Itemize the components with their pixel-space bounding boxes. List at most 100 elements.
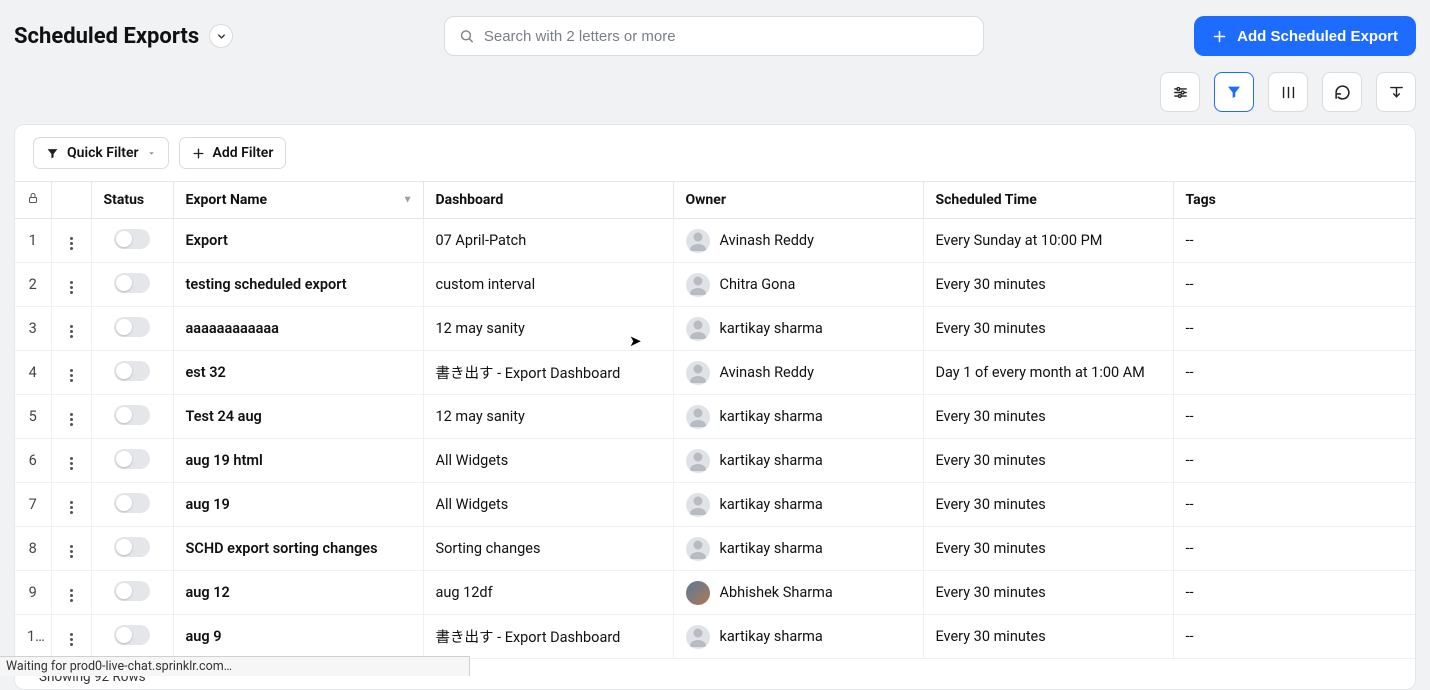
search-box[interactable] [444,16,984,56]
kebab-menu-icon[interactable] [66,321,77,342]
table-row[interactable]: 1Export07 April-PatchAvinash ReddyEvery … [15,219,1415,263]
row-actions[interactable] [51,395,91,439]
kebab-menu-icon[interactable] [66,277,77,298]
export-name-cell[interactable]: Export [173,219,423,263]
export-name-cell[interactable]: est 32 [173,351,423,395]
table-row[interactable]: 8SCHD export sorting changesSorting chan… [15,527,1415,571]
status-toggle[interactable] [114,493,150,513]
columns-button[interactable] [1268,72,1308,112]
kebab-menu-icon[interactable] [66,541,77,562]
dashboard-cell[interactable]: 12 may sanity [423,307,673,351]
export-name-cell[interactable]: aug 9 [173,615,423,659]
filter-button[interactable] [1214,72,1254,112]
kebab-menu-icon[interactable] [66,365,77,386]
table-row[interactable]: 9aug 12aug 12dfAbhishek SharmaEvery 30 m… [15,571,1415,615]
row-status-cell [91,219,173,263]
kebab-menu-icon[interactable] [66,497,77,518]
status-toggle[interactable] [114,581,150,601]
row-actions[interactable] [51,527,91,571]
column-header-export-name[interactable]: Export Name ▼ [173,182,423,219]
column-header-scheduled-time[interactable]: Scheduled Time [923,182,1173,219]
title-dropdown-button[interactable] [209,24,233,48]
owner-cell[interactable]: Abhishek Sharma [673,571,923,615]
kebab-menu-icon[interactable] [66,629,77,650]
row-actions[interactable] [51,263,91,307]
column-header-dashboard[interactable]: Dashboard [423,182,673,219]
avatar [686,229,710,253]
table-row[interactable]: 7aug 19All Widgetskartikay sharmaEvery 3… [15,483,1415,527]
status-toggle[interactable] [114,317,150,337]
scheduled-time-cell: Every 30 minutes [923,615,1173,659]
column-header-status[interactable]: Status [91,182,173,219]
table-row[interactable]: 10aug 9書き出す - Export Dashboardkartikay s… [15,615,1415,659]
owner-cell[interactable]: Chitra Gona [673,263,923,307]
scheduled-time-cell: Every 30 minutes [923,307,1173,351]
dashboard-cell[interactable]: Sorting changes [423,527,673,571]
download-icon [1388,84,1405,101]
dashboard-cell[interactable]: 書き出す - Export Dashboard [423,351,673,395]
export-name-cell[interactable]: aug 12 [173,571,423,615]
status-toggle[interactable] [114,625,150,645]
row-actions[interactable] [51,483,91,527]
export-name-cell[interactable]: aug 19 [173,483,423,527]
row-actions[interactable] [51,439,91,483]
dashboard-cell[interactable]: All Widgets [423,483,673,527]
row-actions[interactable] [51,571,91,615]
row-actions[interactable] [51,219,91,263]
dashboard-cell[interactable]: 07 April-Patch [423,219,673,263]
dashboard-cell[interactable]: All Widgets [423,439,673,483]
status-toggle[interactable] [114,229,150,249]
avatar [686,361,710,385]
owner-name: Avinash Reddy [720,232,814,249]
search-input[interactable] [484,28,969,45]
add-filter-button[interactable]: Add Filter [179,137,287,169]
kebab-menu-icon[interactable] [66,585,77,606]
kebab-menu-icon[interactable] [66,409,77,430]
add-scheduled-export-button[interactable]: Add Scheduled Export [1194,16,1416,56]
owner-name: kartikay sharma [720,540,823,557]
export-name-cell[interactable]: aug 19 html [173,439,423,483]
table-row[interactable]: 4est 32書き出す - Export DashboardAvinash Re… [15,351,1415,395]
column-header-tags[interactable]: Tags [1173,182,1415,219]
table-row[interactable]: 6aug 19 htmlAll Widgetskartikay sharmaEv… [15,439,1415,483]
owner-cell[interactable]: kartikay sharma [673,483,923,527]
export-name-cell[interactable]: SCHD export sorting changes [173,527,423,571]
scheduled-time-cell: Every 30 minutes [923,395,1173,439]
sliders-button[interactable] [1160,72,1200,112]
owner-cell[interactable]: kartikay sharma [673,395,923,439]
status-toggle[interactable] [114,449,150,469]
row-actions[interactable] [51,307,91,351]
dashboard-cell[interactable]: 書き出す - Export Dashboard [423,615,673,659]
row-actions[interactable] [51,351,91,395]
owner-cell[interactable]: kartikay sharma [673,439,923,483]
table-row[interactable]: 2testing scheduled exportcustom interval… [15,263,1415,307]
owner-cell[interactable]: Avinash Reddy [673,219,923,263]
column-header-owner[interactable]: Owner [673,182,923,219]
kebab-menu-icon[interactable] [66,453,77,474]
status-toggle[interactable] [114,361,150,381]
export-name-cell[interactable]: aaaaaaaaaaaa [173,307,423,351]
table-row[interactable]: 5Test 24 aug12 may sanitykartikay sharma… [15,395,1415,439]
status-toggle[interactable] [114,273,150,293]
owner-cell[interactable]: kartikay sharma [673,527,923,571]
dashboard-cell[interactable]: custom interval [423,263,673,307]
dashboard-cell[interactable]: 12 may sanity [423,395,673,439]
column-header-menu [51,182,91,219]
export-name-cell[interactable]: Test 24 aug [173,395,423,439]
export-name-cell[interactable]: testing scheduled export [173,263,423,307]
export-download-button[interactable] [1376,72,1416,112]
tags-cell: -- [1173,395,1415,439]
kebab-menu-icon[interactable] [66,233,77,254]
dashboard-cell[interactable]: aug 12df [423,571,673,615]
owner-name: Abhishek Sharma [720,584,833,601]
row-actions[interactable] [51,615,91,659]
column-header-lock[interactable] [15,182,51,219]
status-toggle[interactable] [114,537,150,557]
owner-cell[interactable]: Avinash Reddy [673,351,923,395]
table-row[interactable]: 3aaaaaaaaaaaa12 may sanitykartikay sharm… [15,307,1415,351]
owner-cell[interactable]: kartikay sharma [673,615,923,659]
refresh-button[interactable] [1322,72,1362,112]
owner-cell[interactable]: kartikay sharma [673,307,923,351]
status-toggle[interactable] [114,405,150,425]
quick-filter-button[interactable]: Quick Filter [33,137,169,169]
